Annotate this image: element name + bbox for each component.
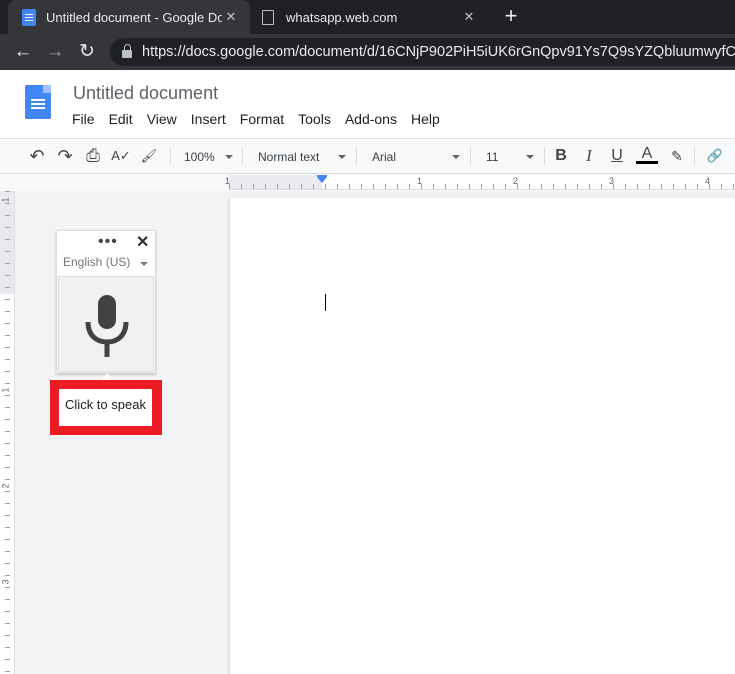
docs-header: Untitled document File Edit View Insert … <box>0 70 735 138</box>
close-icon[interactable]: ✕ <box>136 232 149 252</box>
italic-button[interactable]: I <box>580 146 598 166</box>
ruler-label: 4 <box>705 176 711 186</box>
ruler-label: 1 <box>417 176 423 186</box>
more-options-icon[interactable]: ••• <box>98 233 118 251</box>
tab-close-icon[interactable]: ✕ <box>222 9 240 25</box>
new-tab-button[interactable]: + <box>498 4 524 30</box>
vertical-ruler-label: 1 <box>0 197 11 203</box>
voice-typing-panel: ••• ✕ English (US) <box>56 230 156 374</box>
paragraph-style-select[interactable]: Normal text <box>258 147 319 167</box>
formatting-toolbar: ↶ ↷ ⎙ A✓ 🖌 100% Normal text Arial 11 B I… <box>0 138 735 174</box>
toolbar-divider <box>470 147 471 165</box>
vertical-ruler-ticks <box>5 191 10 674</box>
redo-icon[interactable]: ↷ <box>54 146 76 166</box>
paint-format-icon[interactable]: 🖌 <box>138 146 160 166</box>
click-to-speak-tooltip: Click to speak <box>59 389 152 426</box>
menu-add-ons[interactable]: Add-ons <box>345 110 397 128</box>
menu-format[interactable]: Format <box>240 110 284 128</box>
menu-edit[interactable]: Edit <box>109 110 133 128</box>
menu-insert[interactable]: Insert <box>191 110 226 128</box>
text-cursor <box>325 294 326 311</box>
highlight-color-icon[interactable]: ✎ <box>666 146 688 166</box>
google-docs-favicon-icon <box>22 8 36 26</box>
style-chevron-down-icon[interactable] <box>338 155 346 159</box>
tab-close-icon[interactable]: ✕ <box>460 9 478 25</box>
tab-whatsapp[interactable]: whatsapp.web.com ✕ <box>250 0 488 34</box>
print-icon[interactable]: ⎙ <box>82 146 104 166</box>
toolbar-divider <box>242 147 243 165</box>
toolbar-divider <box>544 147 545 165</box>
zoom-chevron-down-icon[interactable] <box>225 155 233 159</box>
ruler-label: 2 <box>513 176 519 186</box>
font-size-chevron-down-icon[interactable] <box>526 155 534 159</box>
left-indent-marker[interactable] <box>317 177 327 183</box>
language-chevron-down-icon[interactable] <box>140 262 148 266</box>
back-arrow-icon[interactable]: ← <box>10 39 36 65</box>
spellcheck-icon[interactable]: A✓ <box>110 146 132 166</box>
ruler-label: 3 <box>609 176 615 186</box>
forward-arrow-icon[interactable]: → <box>42 39 68 65</box>
font-chevron-down-icon[interactable] <box>452 155 460 159</box>
toolbar-divider <box>170 147 171 165</box>
browser-tab-bar: Untitled document - Google Doc ✕ whatsap… <box>0 0 735 34</box>
vertical-ruler-label: 1 <box>0 387 11 393</box>
address-bar: ← → ↻ https://docs.google.com/document/d… <box>0 34 735 70</box>
insert-link-icon[interactable]: 🔗 <box>704 146 726 166</box>
vertical-ruler-label: 2 <box>0 483 11 489</box>
language-select[interactable]: English (US) <box>63 255 130 269</box>
ruler-ticks <box>229 184 735 189</box>
toolbar-divider <box>694 147 695 165</box>
microphone-icon <box>85 295 129 357</box>
ruler-label: 1 <box>225 176 231 186</box>
tab-untitled-document[interactable]: Untitled document - Google Doc ✕ <box>8 0 250 34</box>
font-size-select[interactable]: 11 <box>486 147 498 167</box>
font-family-select[interactable]: Arial <box>372 147 396 167</box>
microphone-button[interactable] <box>58 276 154 372</box>
menu-help[interactable]: Help <box>411 110 440 128</box>
google-docs-logo-icon[interactable] <box>25 85 51 119</box>
lock-icon <box>122 44 132 58</box>
page-favicon-icon <box>262 9 274 25</box>
vertical-ruler-label: 3 <box>0 579 11 585</box>
zoom-select[interactable]: 100% <box>184 147 215 167</box>
vertical-ruler: 1 1 2 3 <box>0 191 15 674</box>
document-page[interactable] <box>229 198 735 674</box>
url-input[interactable]: https://docs.google.com/document/d/16CNj… <box>110 38 735 66</box>
reload-icon[interactable]: ↻ <box>74 39 100 65</box>
underline-button[interactable]: U <box>608 146 626 166</box>
horizontal-ruler: 1 1 2 3 4 <box>225 175 735 190</box>
toolbar-divider <box>356 147 357 165</box>
menu-view[interactable]: View <box>147 110 177 128</box>
text-color-swatch <box>636 161 658 164</box>
url-text: https://docs.google.com/document/d/16CNj… <box>142 44 735 60</box>
undo-icon[interactable]: ↶ <box>26 146 48 166</box>
bold-button[interactable]: B <box>552 146 570 166</box>
tab-title: whatsapp.web.com <box>286 9 398 25</box>
tab-title: Untitled document - Google Doc <box>46 9 222 25</box>
tooltip-arrow <box>101 373 113 380</box>
menu-bar: File Edit View Insert Format Tools Add-o… <box>72 110 454 128</box>
menu-file[interactable]: File <box>72 110 95 128</box>
menu-tools[interactable]: Tools <box>298 110 331 128</box>
document-title[interactable]: Untitled document <box>73 83 218 104</box>
